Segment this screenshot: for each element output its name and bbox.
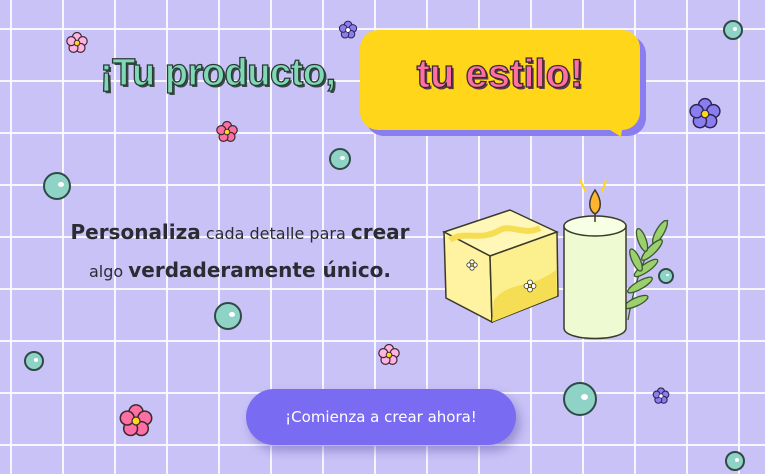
bead-decoration xyxy=(725,451,745,471)
flower-icon xyxy=(216,120,238,143)
flower-icon xyxy=(66,31,88,54)
flower-icon xyxy=(119,404,153,437)
leaf-sprig-icon xyxy=(623,219,669,321)
subtitle-text: cada detalle para xyxy=(205,224,346,243)
soap-bar-icon xyxy=(442,209,559,324)
subtitle-keyword: verdaderamente único. xyxy=(128,258,392,282)
bead-decoration xyxy=(563,382,597,416)
bead-decoration xyxy=(24,351,44,371)
flower-icon xyxy=(689,97,721,129)
hero-title-highlight: tu estilo! xyxy=(416,51,584,96)
bead-decoration xyxy=(723,20,743,40)
bead-decoration xyxy=(214,302,242,330)
hero-title: ¡Tu producto, xyxy=(99,51,336,94)
product-illustration xyxy=(442,179,669,340)
candle-icon xyxy=(563,179,627,340)
bead-decoration xyxy=(329,148,351,170)
subtitle: Personaliza cada detalle para crear algo… xyxy=(70,214,410,290)
start-creating-button[interactable]: ¡Comienza a crear ahora! xyxy=(246,389,516,445)
flower-icon xyxy=(652,387,670,404)
flower-icon xyxy=(338,20,358,39)
bead-decoration xyxy=(43,172,71,200)
subtitle-keyword: crear xyxy=(350,220,410,244)
flower-icon xyxy=(378,343,400,366)
subtitle-text: algo xyxy=(88,262,124,281)
subtitle-keyword: Personaliza xyxy=(70,220,201,244)
